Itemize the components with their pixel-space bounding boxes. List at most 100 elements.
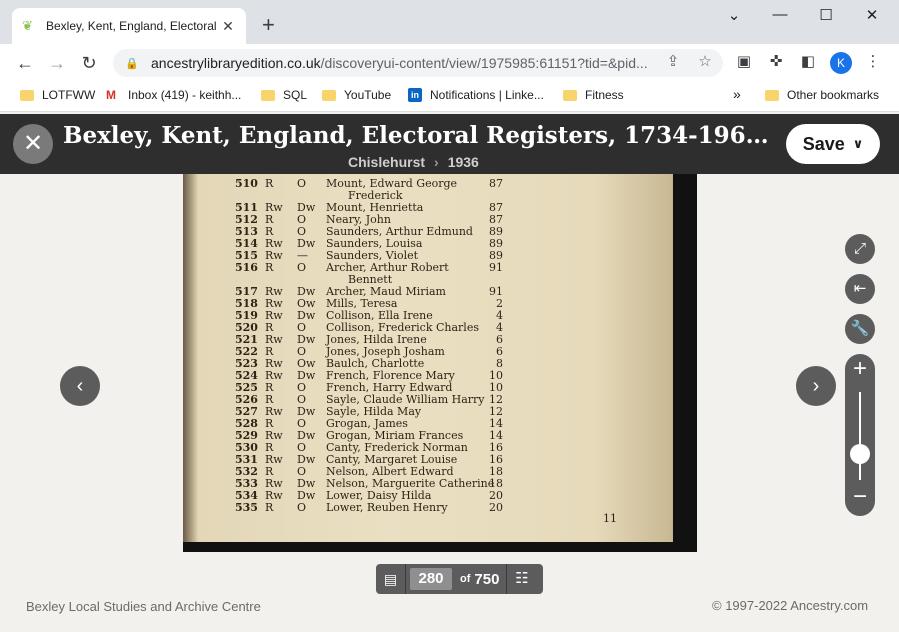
register-row: 515 Rw — Saunders, Violet 89 — [183, 249, 523, 262]
close-viewer-button[interactable]: ✕ — [13, 124, 53, 164]
viewer-header: ✕ Bexley, Kent, England, Electoral Regis… — [0, 114, 899, 174]
lock-icon: 🔒 — [125, 57, 139, 70]
other-bookmarks-label: Other bookmarks — [787, 88, 880, 102]
register-row: 511 Rw Dw Mount, Henrietta 87 — [183, 201, 523, 214]
bookmark-label: Inbox (419) - keithh... — [128, 88, 242, 102]
bookmark-linkedin[interactable]: in Notifications | Linke... — [408, 88, 544, 102]
image-bottom-edge — [183, 542, 697, 552]
folder-icon — [261, 89, 275, 101]
next-image-button[interactable]: › — [796, 366, 836, 406]
entry-number: 535 — [235, 501, 258, 514]
url-domain: ancestrylibraryedition.co.uk — [151, 55, 321, 71]
bookmark-label: SQL — [283, 88, 308, 102]
address-bar-row: ← → ↻ 🔒 ancestrylibraryedition.co.uk/dis… — [0, 44, 899, 82]
zoom-slider-handle[interactable] — [850, 443, 870, 464]
save-label: Save — [802, 133, 845, 154]
bookmark-label: YouTube — [344, 88, 392, 102]
book-spine — [673, 174, 697, 552]
extension-icon[interactable]: ▣ — [734, 52, 754, 72]
register-row: 532 R O Nelson, Albert Edward 18 — [183, 465, 523, 478]
zoom-slider-track[interactable] — [859, 392, 861, 480]
browser-tab[interactable]: ❦ Bexley, Kent, England, Electoral R ✕ — [12, 8, 246, 44]
filmstrip-icon[interactable]: ▤ — [376, 564, 406, 594]
record-image[interactable]: 11 510 R O Mount, Edward George 87 Frederick 5… — [183, 174, 697, 552]
register-row: 534 Rw Dw Lower, Daisy Hilda 20 — [183, 489, 523, 502]
folder-icon — [765, 89, 779, 101]
register-row: 528 R O Grogan, James 14 — [183, 417, 523, 430]
register-row: 510 R O Mount, Edward George 87 — [183, 177, 523, 190]
other-bookmarks[interactable]: Other bookmarks — [765, 88, 879, 102]
collapse-panel-icon[interactable]: ⇤ — [845, 274, 875, 304]
index-panel-icon[interactable]: ☷ — [506, 564, 536, 594]
zoom-out-icon[interactable]: − — [845, 484, 875, 510]
bookmark-label: Notifications | Linke... — [430, 88, 544, 102]
chevron-right-icon: › — [434, 154, 439, 170]
puzzle-extensions-icon[interactable]: ✜ — [766, 52, 786, 72]
ancestry-leaf-icon: ❦ — [22, 18, 33, 33]
breadcrumb-year[interactable]: 1936 — [448, 154, 479, 170]
bookmark-lotfww[interactable]: LOTFWW — [20, 88, 95, 102]
register-row: Bennett — [183, 273, 523, 286]
register-row: 535 R O Lower, Reuben Henry 20 — [183, 501, 523, 514]
elector-name: Lower, Reuben Henry — [326, 501, 448, 514]
folder-icon — [563, 89, 577, 101]
close-tab-icon[interactable]: ✕ — [220, 18, 236, 35]
save-button[interactable]: Save ∨ — [786, 124, 880, 164]
register-row: 519 Rw Dw Collison, Ella Irene 4 — [183, 309, 523, 322]
register-row: 522 R O Jones, Joseph Josham 6 — [183, 345, 523, 358]
bookmark-sql[interactable]: SQL — [261, 88, 307, 102]
page-total: 750 — [474, 570, 500, 588]
bookmark-fitness[interactable]: Fitness — [563, 88, 624, 102]
maximize-window-icon[interactable]: ☐ — [811, 6, 841, 24]
browser-tab-bar: ❦ Bexley, Kent, England, Electoral R ✕ +… — [0, 0, 899, 44]
minimize-window-icon[interactable]: — — [765, 6, 795, 23]
new-tab-button[interactable]: + — [262, 14, 275, 36]
page-of-label: of — [460, 573, 471, 585]
profile-avatar[interactable]: K — [830, 52, 852, 74]
share-icon[interactable]: ⇪ — [663, 52, 683, 72]
register-row: 521 Rw Dw Jones, Hilda Irene 6 — [183, 333, 523, 346]
reload-icon[interactable]: ↻ — [78, 52, 100, 74]
register-row: 516 R O Archer, Arthur Robert 91 — [183, 261, 523, 274]
register-row: 526 R O Sayle, Claude William Harry 12 — [183, 393, 523, 406]
archive-credit: Bexley Local Studies and Archive Centre — [26, 599, 261, 614]
bookmark-star-icon[interactable]: ☆ — [695, 52, 715, 72]
page-number: 11 — [603, 512, 617, 525]
zoom-in-icon[interactable]: + — [845, 356, 875, 382]
tab-title: Bexley, Kent, England, Electoral R — [46, 19, 220, 33]
url-field[interactable]: 🔒 ancestrylibraryedition.co.uk/discovery… — [113, 49, 723, 77]
bookmarks-overflow-button[interactable]: » — [733, 86, 741, 102]
register-row: 533 Rw Dw Nelson, Marguerite Catherine 18 — [183, 477, 523, 490]
bookmark-inbox[interactable]: M Inbox (419) - keithh... — [106, 88, 241, 102]
chrome-menu-icon[interactable]: ⋮ — [863, 52, 883, 72]
register-row: 512 R O Neary, John 87 — [183, 213, 523, 226]
close-window-icon[interactable]: ✕ — [857, 6, 887, 24]
folder-icon — [322, 89, 336, 101]
bookmark-label: LOTFWW — [42, 88, 96, 102]
house-number: 20 — [489, 501, 503, 514]
page-current-input[interactable]: 280 — [410, 568, 452, 590]
register-row: 523 Rw Ow Baulch, Charlotte 8 — [183, 357, 523, 370]
register-row: 527 Rw Dw Sayle, Hilda May 12 — [183, 405, 523, 418]
register-row: 524 Rw Dw French, Florence Mary 10 — [183, 369, 523, 382]
breadcrumb-location[interactable]: Chislehurst — [348, 154, 425, 170]
register-row: 514 Rw Dw Saunders, Louisa 89 — [183, 237, 523, 250]
bookmarks-bar: LOTFWW M Inbox (419) - keithh... SQL You… — [0, 82, 899, 112]
tab-search-icon[interactable]: ⌄ — [719, 6, 749, 24]
bookmark-youtube[interactable]: YouTube — [322, 88, 391, 102]
fullscreen-icon[interactable]: ⤢ — [845, 234, 875, 264]
copyright: © 1997-2022 Ancestry.com — [712, 598, 869, 613]
breadcrumb: Chislehurst › 1936 — [348, 154, 479, 170]
bookmark-label: Fitness — [585, 88, 624, 102]
occupation-code: O — [297, 501, 307, 514]
register-row: 520 R O Collison, Frederick Charles 4 — [183, 321, 523, 334]
folder-icon — [20, 89, 34, 101]
side-panel-icon[interactable]: ◧ — [798, 52, 818, 72]
wrench-tools-icon[interactable]: 🔧 — [845, 314, 875, 344]
register-row: 529 Rw Dw Grogan, Miriam Frances 14 — [183, 429, 523, 442]
back-arrow-icon[interactable]: ← — [14, 52, 36, 74]
image-viewport: 11 510 R O Mount, Edward George 87 Frederick 5… — [0, 174, 899, 632]
register-row: 531 Rw Dw Canty, Margaret Louise 16 — [183, 453, 523, 466]
forward-arrow-icon[interactable]: → — [46, 52, 68, 74]
previous-image-button[interactable]: ‹ — [60, 366, 100, 406]
